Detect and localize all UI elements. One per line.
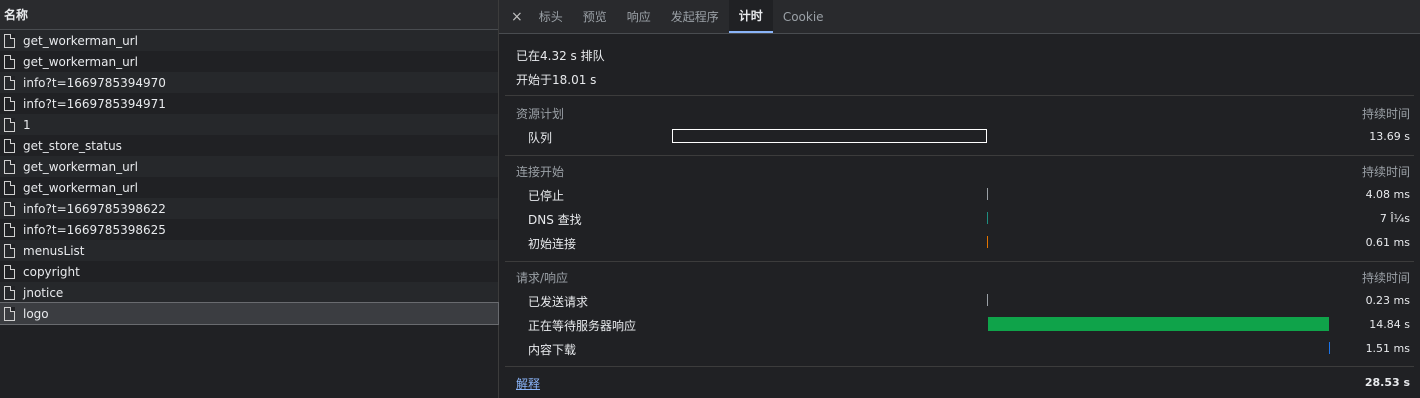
request-name: logo <box>23 306 49 321</box>
duration-header: 持续时间 <box>1361 165 1410 179</box>
request-row[interactable]: get_workerman_url <box>0 30 498 51</box>
file-icon <box>4 243 15 258</box>
request-name: jnotice <box>23 285 64 300</box>
timing-duration-stalled: 4.08 ms <box>1365 188 1410 201</box>
request-row[interactable]: 1 <box>0 114 498 135</box>
file-icon <box>4 264 15 279</box>
timing-bar-queueing <box>672 129 987 143</box>
timing-bar-dns-lookup <box>987 212 988 224</box>
divider <box>505 155 1414 156</box>
duration-header: 持续时间 <box>1361 107 1410 121</box>
request-row[interactable]: get_workerman_url <box>0 156 498 177</box>
timing-label-request-sent: 已发送请求 <box>528 295 589 309</box>
section-request-response-title: 请求/响应 <box>516 271 569 285</box>
request-name: info?t=1669785394970 <box>23 75 166 90</box>
request-row[interactable]: info?t=1669785398625 <box>0 219 498 240</box>
details-panel: × 标头 预览 响应 发起程序 计时 Cookie 已在4.32 s 排队 开始… <box>499 0 1420 398</box>
file-icon <box>4 138 15 153</box>
timing-bar-waiting-server <box>988 317 1329 331</box>
timing-bar-request-sent <box>987 294 988 306</box>
section-resource-scheduling-title: 资源计划 <box>516 107 565 121</box>
timing-label-stalled: 已停止 <box>528 189 565 203</box>
details-tabs: × 标头 预览 响应 发起程序 计时 Cookie <box>499 0 1420 34</box>
timing-label-content-download: 内容下载 <box>528 343 577 357</box>
request-row[interactable]: info?t=1669785394970 <box>0 72 498 93</box>
timing-duration-queueing: 13.69 s <box>1369 130 1410 143</box>
total-duration: 28.53 s <box>1364 376 1410 389</box>
timing-duration-initial-connection: 0.61 ms <box>1365 236 1410 249</box>
request-list: 名称 get_workerman_url get_workerman_url inf… <box>0 0 499 398</box>
request-name: info?t=1669785398622 <box>23 201 166 216</box>
timing-label-waiting-server: 正在等待服务器响应 <box>528 319 637 333</box>
file-icon <box>4 306 15 321</box>
file-icon <box>4 285 15 300</box>
request-row[interactable]: get_workerman_url <box>0 51 498 72</box>
divider <box>505 261 1414 262</box>
file-icon <box>4 159 15 174</box>
timing-label-initial-connection: 初始连接 <box>528 237 577 251</box>
timing-duration-dns-lookup: 7 Î¼s <box>1379 212 1410 225</box>
file-icon <box>4 117 15 132</box>
file-icon <box>4 96 15 111</box>
request-name: info?t=1669785394971 <box>23 96 166 111</box>
name-column-header[interactable]: 名称 <box>0 0 498 30</box>
request-row[interactable]: jnotice <box>0 282 498 303</box>
request-name: get_workerman_url <box>23 33 138 48</box>
timing-duration-request-sent: 0.23 ms <box>1365 294 1410 307</box>
file-icon <box>4 180 15 195</box>
timing-duration-waiting-server: 14.84 s <box>1369 318 1410 331</box>
timing-duration-content-download: 1.51 ms <box>1365 342 1410 355</box>
tab-headers[interactable]: 标头 <box>529 0 573 33</box>
request-name: get_workerman_url <box>23 180 138 195</box>
request-rows: get_workerman_url get_workerman_url info?t… <box>0 30 499 325</box>
started-at-text: 开始于18.01 s <box>516 73 597 87</box>
timing-bar-initial-connection <box>987 236 988 248</box>
request-row[interactable]: menusList <box>0 240 498 261</box>
request-name: get_workerman_url <box>23 54 138 69</box>
request-row[interactable]: logo <box>0 302 499 325</box>
request-row[interactable]: copyright <box>0 261 498 282</box>
explanation-link[interactable]: 解释 <box>516 375 540 392</box>
request-name: get_store_status <box>23 138 122 153</box>
request-row[interactable]: info?t=1669785394971 <box>0 93 498 114</box>
request-row[interactable]: get_store_status <box>0 135 498 156</box>
tab-initiator[interactable]: 发起程序 <box>661 0 729 33</box>
tab-cookies[interactable]: Cookie <box>773 0 834 33</box>
section-connection-start-title: 连接开始 <box>516 165 565 179</box>
queued-at-text: 已在4.32 s 排队 <box>516 49 605 63</box>
divider <box>505 95 1414 96</box>
file-icon <box>4 201 15 216</box>
timing-label-dns-lookup: DNS 查找 <box>528 213 582 227</box>
file-icon <box>4 33 15 48</box>
file-icon <box>4 54 15 69</box>
request-row[interactable]: info?t=1669785398622 <box>0 198 498 219</box>
timing-label-queueing: 队列 <box>528 131 553 145</box>
request-name: 1 <box>23 117 31 132</box>
close-icon[interactable]: × <box>505 0 529 33</box>
file-icon <box>4 75 15 90</box>
divider <box>505 366 1414 367</box>
request-name: copyright <box>23 264 80 279</box>
request-name: menusList <box>23 243 85 258</box>
duration-header: 持续时间 <box>1361 271 1410 285</box>
tab-preview[interactable]: 预览 <box>573 0 617 33</box>
tab-response[interactable]: 响应 <box>617 0 661 33</box>
file-icon <box>4 222 15 237</box>
tab-timing[interactable]: 计时 <box>728 0 773 33</box>
request-row[interactable]: get_workerman_url <box>0 177 498 198</box>
timing-bar-stalled <box>987 188 988 200</box>
request-name: get_workerman_url <box>23 159 138 174</box>
timing-bar-content-download <box>1329 342 1330 354</box>
request-name: info?t=1669785398625 <box>23 222 166 237</box>
